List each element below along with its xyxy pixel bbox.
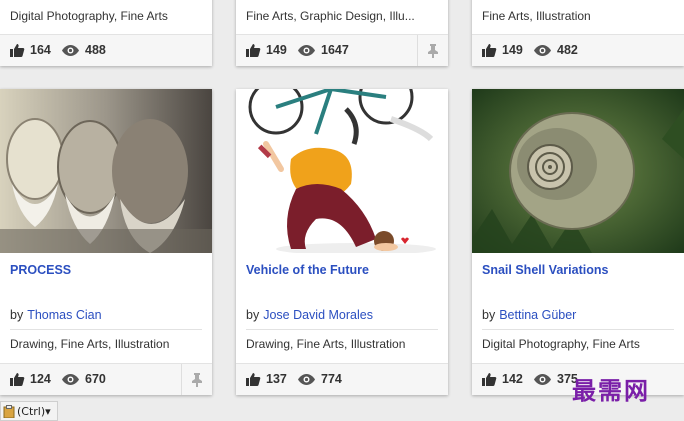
thumbs-up-icon (246, 373, 261, 386)
paste-options-button[interactable]: (Ctrl)▾ (0, 401, 58, 421)
project-thumbnail[interactable] (236, 89, 448, 253)
card-tags: Drawing, Fine Arts, Illustration (246, 337, 406, 351)
divider (482, 329, 674, 330)
thumbs-up-icon (482, 44, 497, 57)
divider (246, 329, 438, 330)
eye-icon (298, 373, 315, 385)
view-count: 482 (557, 43, 578, 57)
eye-icon (298, 44, 315, 56)
by-label: by (246, 308, 260, 322)
author-link[interactable]: Jose David Morales (263, 308, 373, 322)
like-button[interactable]: 137 (246, 372, 287, 386)
project-card: Fine Arts, Graphic Design, Illu... 149 1… (236, 0, 448, 66)
by-label: by (482, 308, 496, 322)
card-tags: Drawing, Fine Arts, Illustration (10, 337, 170, 351)
project-title[interactable]: Snail Shell Variations (482, 263, 608, 277)
views-stat: 1647 (298, 43, 349, 57)
thumbs-up-icon (10, 44, 25, 57)
thumbs-up-icon (482, 373, 497, 386)
thumbs-up-icon (246, 44, 261, 57)
project-title[interactable]: PROCESS (10, 263, 71, 277)
project-card: Digital Photography, Fine Arts 164 488 (0, 0, 212, 66)
card-stats: 124 670 (0, 363, 212, 395)
like-button[interactable]: 164 (10, 43, 51, 57)
views-stat: 670 (62, 372, 106, 386)
pin-button[interactable] (181, 364, 212, 395)
like-button[interactable]: 149 (482, 43, 523, 57)
view-count: 670 (85, 372, 106, 386)
view-count: 1647 (321, 43, 349, 57)
project-card: Vehicle of the Future by Jose David Moral… (236, 89, 448, 395)
like-button[interactable]: 142 (482, 372, 523, 386)
card-tags: Digital Photography, Fine Arts (482, 337, 640, 351)
like-count: 149 (502, 43, 523, 57)
card-tags: Fine Arts, Graphic Design, Illu... (246, 9, 415, 23)
view-count: 488 (85, 43, 106, 57)
card-tags: Fine Arts, Illustration (482, 9, 591, 23)
views-stat: 774 (298, 372, 342, 386)
eye-icon (62, 373, 79, 385)
byline: by Jose David Morales (246, 308, 373, 322)
byline: by Bettina Güber (482, 308, 576, 322)
project-thumbnail[interactable] (0, 89, 212, 253)
pin-button[interactable] (417, 35, 448, 66)
project-title[interactable]: Vehicle of the Future (246, 263, 369, 277)
byline: by Thomas Cian (10, 308, 102, 322)
paste-options-label: (Ctrl)▾ (17, 404, 51, 418)
like-button[interactable]: 124 (10, 372, 51, 386)
author-link[interactable]: Bettina Güber (499, 308, 576, 322)
by-label: by (10, 308, 24, 322)
card-stats: 164 488 (0, 34, 212, 66)
clipboard-icon (3, 404, 15, 418)
view-count: 774 (321, 372, 342, 386)
eye-icon (62, 44, 79, 56)
project-card: Fine Arts, Illustration 149 482 (472, 0, 684, 66)
card-stats: 149 482 (472, 34, 684, 66)
author-link[interactable]: Thomas Cian (27, 308, 101, 322)
like-count: 142 (502, 372, 523, 386)
like-count: 124 (30, 372, 51, 386)
thumbs-up-icon (10, 373, 25, 386)
card-tags: Digital Photography, Fine Arts (10, 9, 168, 23)
views-stat: 482 (534, 43, 578, 57)
card-stats: 137 774 (236, 363, 448, 395)
card-stats: 149 1647 (236, 34, 448, 66)
like-count: 164 (30, 43, 51, 57)
like-button[interactable]: 149 (246, 43, 287, 57)
like-count: 149 (266, 43, 287, 57)
pin-icon (192, 372, 202, 387)
pin-icon (428, 43, 438, 58)
divider (10, 329, 202, 330)
eye-icon (534, 373, 551, 385)
project-thumbnail[interactable] (472, 89, 684, 253)
like-count: 137 (266, 372, 287, 386)
project-card: PROCESS by Thomas Cian Drawing, Fine Arts… (0, 89, 212, 395)
views-stat: 488 (62, 43, 106, 57)
site-watermark: 最需网 (572, 377, 650, 405)
project-card: Snail Shell Variations by Bettina Güber D… (472, 89, 684, 395)
eye-icon (534, 44, 551, 56)
